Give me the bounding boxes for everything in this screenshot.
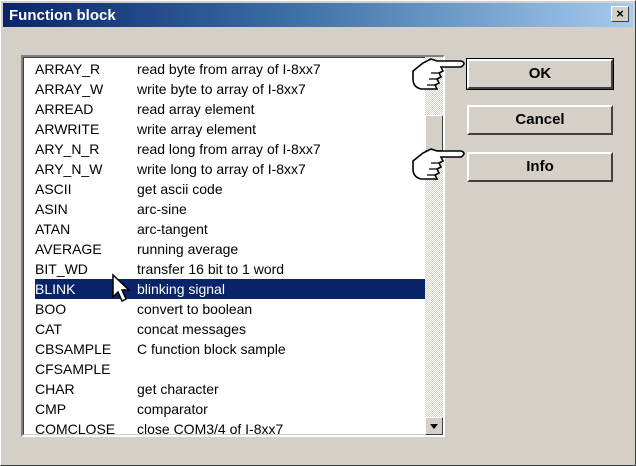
- item-description: blinking signal: [137, 281, 225, 297]
- item-name: ARRAY_W: [35, 81, 104, 97]
- item-description: arc-tangent: [137, 221, 208, 237]
- list-item[interactable]: BLINK blinking signal: [35, 279, 425, 299]
- item-description: write long to array of I-8xx7: [137, 161, 306, 177]
- item-name: ASCII: [35, 181, 72, 197]
- item-description: get ascii code: [137, 181, 223, 197]
- item-description: close COM3/4 of I-8xx7: [137, 421, 284, 437]
- item-name: COMCLOSE: [35, 421, 116, 437]
- pointing-hand-icon: [412, 148, 465, 180]
- item-description: read long from array of I-8xx7: [137, 141, 321, 157]
- mouse-pointer-icon: [112, 273, 131, 303]
- list-item[interactable]: ARWRITE write array element: [35, 119, 425, 139]
- down-arrow-icon: [430, 424, 438, 429]
- item-name: ATAN: [35, 221, 71, 237]
- vertical-scrollbar[interactable]: [425, 57, 443, 435]
- list-item[interactable]: COMCLOSE close COM3/4 of I-8xx7: [35, 419, 425, 437]
- list-item[interactable]: ARREAD read array element: [35, 99, 425, 119]
- list-item[interactable]: ARRAY_R read byte from array of I-8xx7: [35, 59, 425, 79]
- item-description: read array element: [137, 101, 255, 117]
- item-description: write byte to array of I-8xx7: [137, 81, 306, 97]
- list-item[interactable]: CHAR get character: [35, 379, 425, 399]
- item-description: read byte from array of I-8xx7: [137, 61, 321, 77]
- item-description: write array element: [137, 121, 257, 137]
- item-name: CMP: [35, 401, 67, 417]
- item-name: AVERAGE: [35, 241, 102, 257]
- item-name: CFSAMPLE: [35, 361, 111, 377]
- pointing-hand-icon: [412, 58, 465, 90]
- list-item[interactable]: CMP comparator: [35, 399, 425, 419]
- list-item[interactable]: ASIN arc-sine: [35, 199, 425, 219]
- list-item[interactable]: ATAN arc-tangent: [35, 219, 425, 239]
- item-name: CBSAMPLE: [35, 341, 112, 357]
- item-name: ARY_N_R: [35, 141, 100, 157]
- list-item[interactable]: ARY_N_R read long from array of I-8xx7: [35, 139, 425, 159]
- list-item[interactable]: ARY_N_W write long to array of I-8xx7: [35, 159, 425, 179]
- item-description: convert to boolean: [137, 301, 253, 317]
- function-block-list[interactable]: ARRAY_R read byte from array of I-8xx7 ARR…: [21, 55, 445, 437]
- list-item[interactable]: CFSAMPLE: [35, 359, 425, 379]
- item-name: ARY_N_W: [35, 161, 103, 177]
- ok-button[interactable]: OK: [466, 58, 614, 90]
- info-button[interactable]: Info: [467, 152, 613, 182]
- window-title: Function block: [9, 7, 116, 24]
- list-item[interactable]: AVERAGE running average: [35, 239, 425, 259]
- list-rows: ARRAY_R read byte from array of I-8xx7 ARR…: [35, 59, 425, 437]
- item-name: CAT: [35, 321, 62, 337]
- item-description: C function block sample: [137, 341, 286, 357]
- list-item[interactable]: CAT concat messages: [35, 319, 425, 339]
- cancel-button[interactable]: Cancel: [467, 105, 613, 135]
- title-bar[interactable]: Function block ×: [3, 3, 633, 27]
- item-name: ARRAY_R: [35, 61, 101, 77]
- item-name: ARREAD: [35, 101, 94, 117]
- list-item[interactable]: BIT_WD transfer 16 bit to 1 word: [35, 259, 425, 279]
- item-name: ARWRITE: [35, 121, 100, 137]
- list-item[interactable]: CBSAMPLE C function block sample: [35, 339, 425, 359]
- close-button[interactable]: ×: [611, 6, 629, 22]
- item-description: running average: [137, 241, 239, 257]
- item-description: transfer 16 bit to 1 word: [137, 261, 285, 277]
- scroll-down-button[interactable]: [425, 417, 443, 435]
- item-description: comparator: [137, 401, 208, 417]
- item-description: arc-sine: [137, 201, 187, 217]
- item-description: concat messages: [137, 321, 246, 337]
- list-item[interactable]: BOO convert to boolean: [35, 299, 425, 319]
- list-item[interactable]: ASCII get ascii code: [35, 179, 425, 199]
- function-block-dialog: Function block × ARRAY_R read byte from a…: [0, 0, 636, 466]
- item-name: CHAR: [35, 381, 75, 397]
- list-item[interactable]: ARRAY_W write byte to array of I-8xx7: [35, 79, 425, 99]
- item-description: get character: [137, 381, 219, 397]
- item-name: ASIN: [35, 201, 68, 217]
